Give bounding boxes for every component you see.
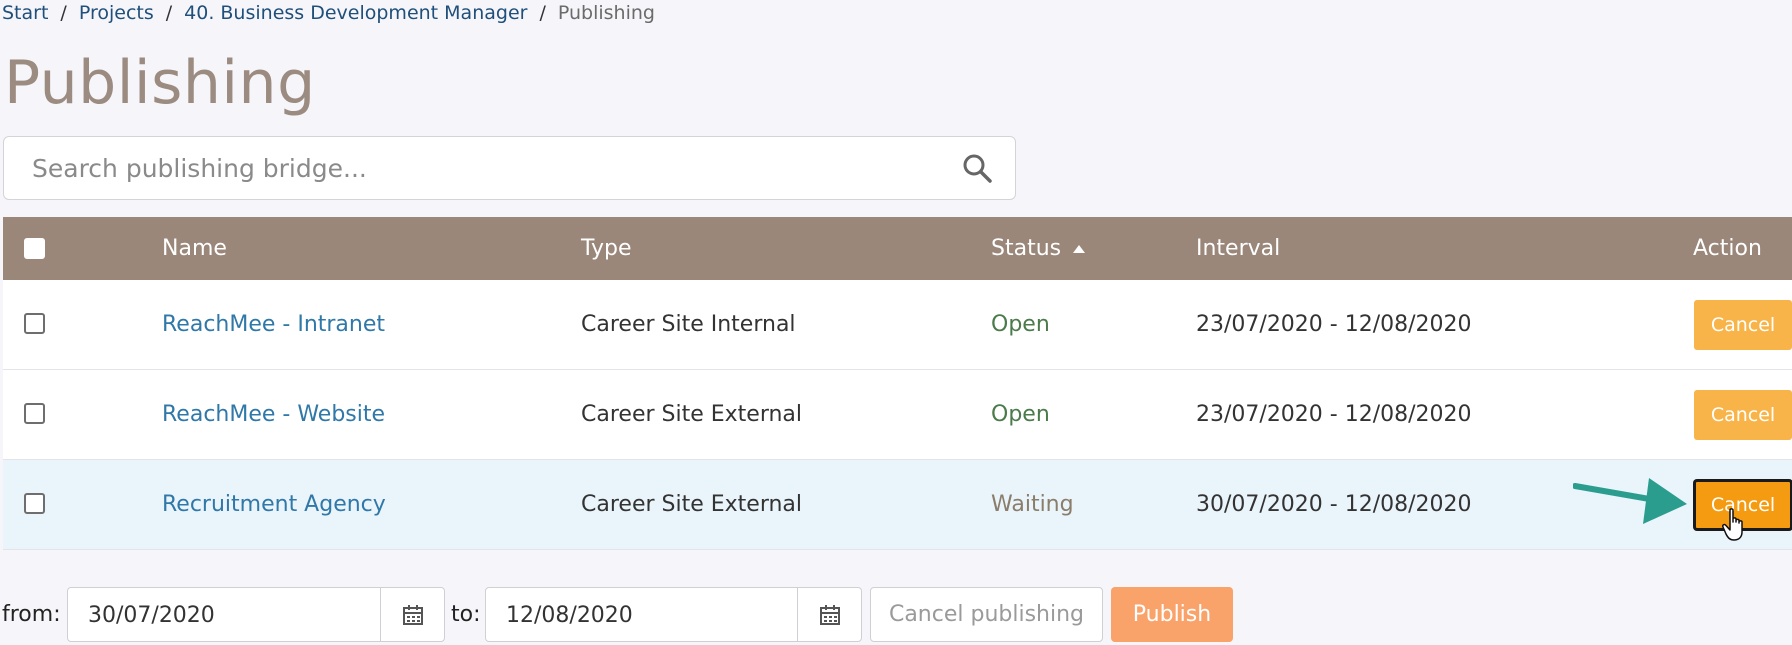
breadcrumb-current: Publishing — [557, 2, 655, 24]
table-row: Recruitment Agency Career Site External … — [3, 460, 1792, 550]
calendar-icon[interactable] — [380, 588, 444, 641]
sort-ascending-icon — [1073, 245, 1086, 253]
to-label: to: — [451, 602, 481, 627]
breadcrumb-separator: / — [539, 2, 546, 24]
row-name-link[interactable]: ReachMee - Website — [162, 370, 385, 460]
row-checkbox[interactable] — [24, 403, 45, 424]
row-cancel-button[interactable]: Cancel — [1694, 300, 1792, 350]
row-type: Career Site External — [581, 492, 803, 517]
row-name-link[interactable]: Recruitment Agency — [162, 460, 386, 550]
table-row: ReachMee - Website Career Site External … — [3, 370, 1792, 460]
row-checkbox[interactable] — [24, 313, 45, 334]
breadcrumb-separator: / — [165, 2, 173, 24]
page-title: Publishing — [4, 48, 316, 118]
from-date-field[interactable]: 30/07/2020 — [67, 587, 445, 642]
table-header: Name Type Status Interval Action — [3, 217, 1792, 280]
publishing-table: Name Type Status Interval Action ReachMe… — [3, 217, 1792, 550]
row-interval: 23/07/2020 - 12/08/2020 — [1196, 312, 1472, 337]
row-name-link[interactable]: ReachMee - Intranet — [162, 280, 385, 370]
breadcrumb: Start / Projects / 40. Business Developm… — [2, 0, 655, 26]
breadcrumb-project[interactable]: 40. Business Development Manager — [184, 2, 527, 24]
cancel-publishing-button[interactable]: Cancel publishing — [870, 587, 1103, 642]
row-status: Waiting — [991, 492, 1074, 517]
column-header-type[interactable]: Type — [581, 217, 632, 280]
row-interval: 30/07/2020 - 12/08/2020 — [1196, 492, 1472, 517]
row-status: Open — [991, 312, 1050, 337]
column-header-action: Action — [1693, 236, 1762, 261]
search-box — [3, 136, 1016, 200]
from-date-value: 30/07/2020 — [88, 603, 215, 628]
calendar-icon[interactable] — [797, 588, 861, 641]
select-all-checkbox[interactable] — [24, 238, 45, 259]
row-type: Career Site Internal — [581, 312, 796, 337]
row-interval: 23/07/2020 - 12/08/2020 — [1196, 402, 1472, 427]
to-date-value: 12/08/2020 — [506, 603, 633, 628]
table-row: ReachMee - Intranet Career Site Internal… — [3, 280, 1792, 370]
column-header-status[interactable]: Status — [991, 217, 1086, 280]
publish-controls: from: 30/07/2020 to: 12/08/2020 Cancel p… — [0, 587, 1300, 642]
search-input[interactable] — [4, 137, 1015, 199]
column-header-status-label: Status — [991, 236, 1062, 261]
to-date-field[interactable]: 12/08/2020 — [485, 587, 862, 642]
publish-button[interactable]: Publish — [1111, 587, 1233, 642]
search-icon[interactable] — [961, 152, 993, 184]
breadcrumb-projects[interactable]: Projects — [79, 2, 154, 24]
column-header-name[interactable]: Name — [162, 217, 227, 280]
row-cancel-button[interactable]: Cancel — [1694, 390, 1792, 440]
breadcrumb-start[interactable]: Start — [2, 2, 48, 24]
hand-cursor-icon — [1722, 508, 1743, 541]
row-type: Career Site External — [581, 402, 803, 427]
row-checkbox[interactable] — [24, 493, 45, 514]
column-header-interval[interactable]: Interval — [1196, 217, 1280, 280]
row-status: Open — [991, 402, 1050, 427]
breadcrumb-separator: / — [60, 2, 67, 24]
from-label: from: — [2, 602, 61, 627]
annotation-arrow-icon — [1573, 478, 1687, 524]
